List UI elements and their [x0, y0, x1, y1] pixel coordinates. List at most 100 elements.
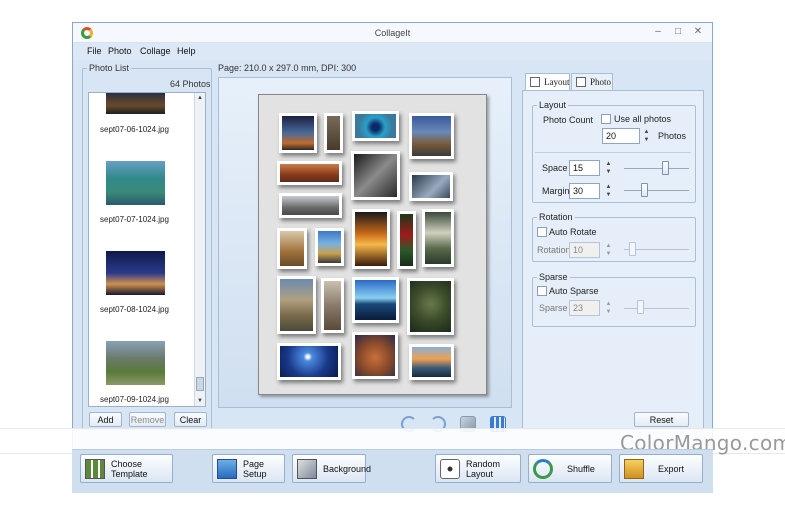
menu-photo[interactable]: Photo [108, 46, 132, 56]
bottom-toolbar: Choose Template Page Setup Background Ra… [72, 449, 713, 493]
list-item-filename[interactable]: sept07-06-1024.jpg [100, 125, 169, 134]
maximize-button[interactable]: □ [671, 26, 685, 37]
rotation-label: Rotation [537, 245, 571, 255]
layout-tab-icon [530, 77, 540, 87]
collage-photo[interactable] [279, 193, 342, 218]
collage-photo[interactable] [352, 209, 390, 269]
auto-rotate-checkbox[interactable] [537, 227, 547, 237]
collage-photo[interactable] [352, 332, 398, 379]
collage-photo[interactable] [352, 277, 399, 323]
list-scrollbar[interactable]: ▲ ▼ [194, 93, 205, 406]
sparse-group [532, 277, 696, 327]
page-setup-icon [217, 458, 237, 479]
auto-sparse-label: Auto Sparse [549, 286, 599, 296]
photos-unit-label: Photos [658, 131, 687, 141]
photo-list[interactable]: sept07-06-1024.jpg sept07-07-1024.jpg se… [88, 92, 206, 407]
margin-slider-thumb[interactable] [641, 183, 648, 197]
collage-photo[interactable] [409, 344, 454, 380]
margin-spinner[interactable]: ▲ ▼ [604, 183, 613, 199]
collage-photo[interactable] [397, 211, 416, 269]
collage-photo[interactable] [351, 151, 400, 200]
menu-help[interactable]: Help [177, 46, 196, 56]
clear-button[interactable]: Clear [174, 412, 207, 427]
add-button[interactable]: Add [89, 412, 122, 427]
collage-page[interactable] [258, 94, 487, 395]
tab-photo[interactable]: Photo [571, 73, 613, 90]
collage-photo[interactable] [277, 343, 341, 380]
menu-file[interactable]: File [87, 46, 102, 56]
space-slider-thumb[interactable] [662, 161, 669, 175]
sparse-input[interactable]: 23 [569, 300, 600, 316]
scroll-down-icon[interactable]: ▼ [197, 398, 203, 404]
close-button[interactable]: ✕ [691, 26, 705, 37]
auto-sparse-checkbox[interactable] [537, 286, 547, 296]
rotation-group [532, 217, 696, 262]
photo-thumbnail[interactable] [106, 161, 165, 205]
photo-thumbnail[interactable] [106, 93, 165, 114]
collage-photo[interactable] [409, 172, 453, 201]
use-all-photos-label: Use all photos [614, 114, 672, 124]
list-item-filename[interactable]: sept07-07-1024.jpg [100, 215, 169, 224]
rotation-group-title: Rotation [537, 212, 575, 222]
tab-layout[interactable]: Layout [525, 73, 570, 90]
background-icon [297, 458, 317, 479]
menu-collage[interactable]: Collage [140, 46, 171, 56]
use-all-photos-checkbox[interactable] [601, 114, 611, 124]
list-item-filename[interactable]: sept07-08-1024.jpg [100, 305, 169, 314]
photo-thumbnail[interactable] [106, 341, 165, 385]
rotation-slider-thumb[interactable] [629, 242, 636, 256]
margin-label: Margin [542, 186, 570, 196]
collage-photo[interactable] [324, 113, 343, 153]
space-input[interactable]: 15 [569, 160, 600, 176]
rotation-spinner[interactable]: ▲ ▼ [604, 242, 613, 258]
choose-template-button[interactable]: Choose Template [80, 454, 173, 483]
export-button[interactable]: Export [619, 454, 703, 483]
settings-tabs: Layout Photo [522, 73, 704, 90]
remove-button[interactable]: Remove [129, 412, 166, 427]
shuffle-button[interactable]: Shuffle [528, 454, 612, 483]
photo-thumbnail[interactable] [106, 251, 165, 295]
collage-photo[interactable] [352, 111, 399, 141]
scroll-up-icon[interactable]: ▲ [197, 95, 203, 101]
page-info: Page: 210.0 x 297.0 mm, DPI: 300 [218, 63, 357, 73]
collage-photo[interactable] [407, 278, 454, 335]
collage-photo[interactable] [315, 228, 344, 266]
export-icon [624, 458, 644, 479]
space-label: Space [542, 163, 568, 173]
minimize-button[interactable]: – [651, 26, 665, 37]
collage-preview [218, 77, 512, 408]
menu-bar: File Photo Collage Help [73, 43, 712, 60]
sparse-label: Sparse [539, 303, 568, 313]
margin-input[interactable]: 30 [569, 183, 600, 199]
collage-photo[interactable] [277, 161, 342, 185]
collage-photo[interactable] [277, 276, 316, 334]
reset-button[interactable]: Reset [634, 412, 689, 427]
layout-settings-panel: Layout Photo Count Use all photos 20 ▲ ▼ … [522, 90, 704, 430]
list-item-filename[interactable]: sept07-09-1024.jpg [100, 395, 169, 404]
space-slider-track[interactable] [624, 168, 689, 169]
collage-photo[interactable] [277, 228, 307, 269]
photo-count-input[interactable]: 20 [602, 128, 640, 144]
rotation-input[interactable]: 10 [569, 242, 600, 258]
photo-list-title: Photo List [87, 63, 132, 73]
collage-photo[interactable] [279, 113, 317, 153]
divider [535, 152, 691, 153]
sparse-spinner[interactable]: ▲ ▼ [604, 300, 613, 316]
collage-photo[interactable] [409, 113, 454, 159]
space-spinner[interactable]: ▲ ▼ [604, 160, 613, 176]
collage-photo[interactable] [321, 278, 344, 333]
sparse-slider-thumb[interactable] [637, 300, 644, 314]
sparse-slider-track[interactable] [624, 308, 689, 309]
random-layout-button[interactable]: Random Layout [435, 454, 521, 483]
photo-count-label: Photo Count [543, 115, 594, 125]
background-button[interactable]: Background [292, 454, 371, 483]
shuffle-icon [533, 458, 553, 479]
page-setup-button[interactable]: Page Setup [212, 454, 285, 483]
scroll-thumb[interactable] [196, 377, 204, 391]
window-title: CollageIt [374, 28, 411, 38]
photo-count-spinner[interactable]: ▲ ▼ [642, 128, 651, 144]
collage-photo[interactable] [422, 209, 454, 267]
layout-group-title: Layout [537, 100, 569, 110]
margin-slider-track[interactable] [624, 190, 689, 191]
photo-tab-icon [576, 77, 586, 87]
